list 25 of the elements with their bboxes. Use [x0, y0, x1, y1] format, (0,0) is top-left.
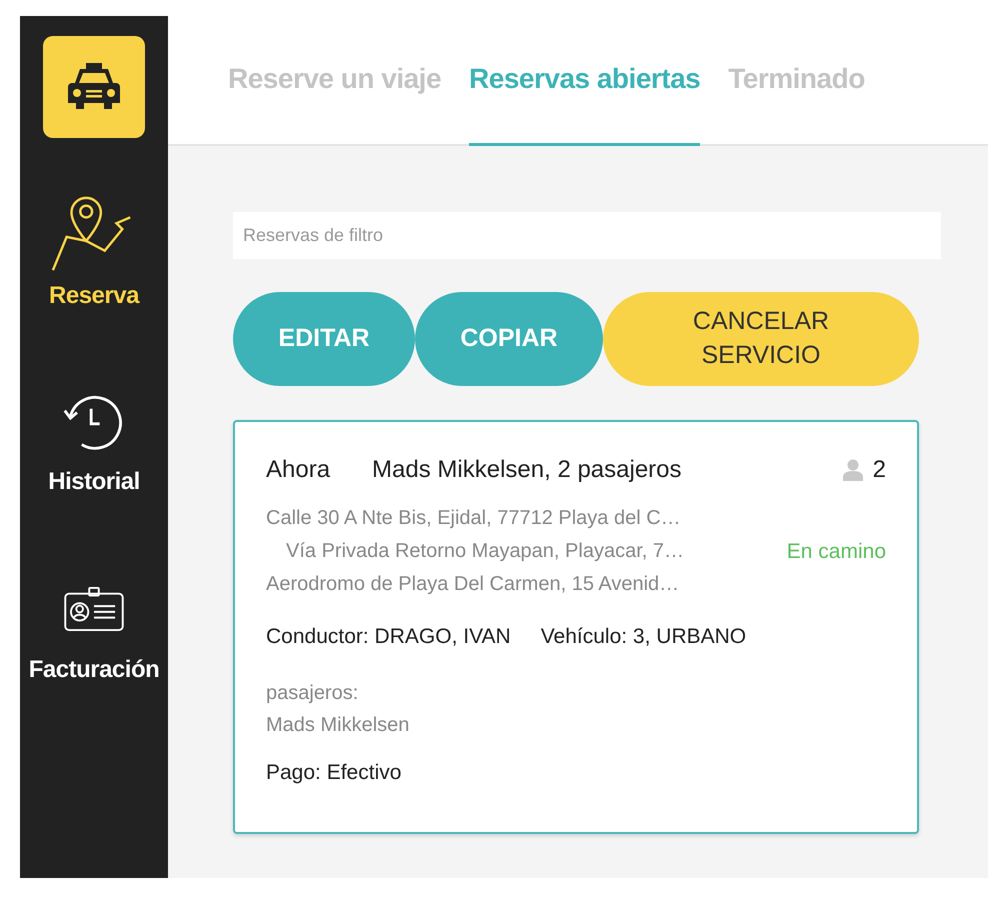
sidebar-item[interactable]: Facturación	[28, 568, 160, 684]
booking-title: Mads Mikkelsen, 2 pasajeros	[372, 456, 683, 484]
sidebar-item[interactable]: Reserva	[49, 194, 139, 310]
address-text: Calle 30 A Nte Bis, Ejidal, 77712 Playa del C…	[266, 506, 682, 531]
filter-field[interactable]: Reservas de filtro	[233, 212, 941, 259]
address-text: Aerodromo de Playa Del Carmen, 15 Avenid…	[266, 572, 680, 597]
booking-card[interactable]	[233, 420, 919, 834]
tab[interactable]: Reserve un viaje	[228, 63, 442, 146]
vehicle-text: Vehículo: 3, URBANO	[540, 625, 746, 649]
booking-time: Ahora	[266, 456, 330, 484]
driver-text: Conductor: DRAGO, IVAN	[266, 625, 511, 649]
action-button[interactable]: COPIAR	[415, 292, 603, 386]
address-text: Vía Privada Retorno Mayapan, Playacar, 7…	[285, 539, 685, 564]
tab[interactable]: Terminado	[728, 63, 865, 146]
id-card-icon	[63, 586, 125, 632]
passengers-label: pasajeros:	[266, 681, 360, 706]
passenger-name: Mads Mikkelsen	[266, 713, 410, 738]
status-text: En camino	[786, 540, 886, 564]
sidebar-item[interactable]: Historial	[48, 380, 140, 496]
person-icon	[842, 459, 863, 481]
payment-text: Pago: Efectivo	[266, 761, 402, 785]
tab[interactable]: Reservas abiertas	[469, 63, 700, 146]
cancel-button[interactable]: CANCELAR SERVICIO	[603, 292, 919, 386]
passenger-count: 2	[872, 456, 886, 484]
action-button[interactable]: EDITAR	[233, 292, 415, 386]
